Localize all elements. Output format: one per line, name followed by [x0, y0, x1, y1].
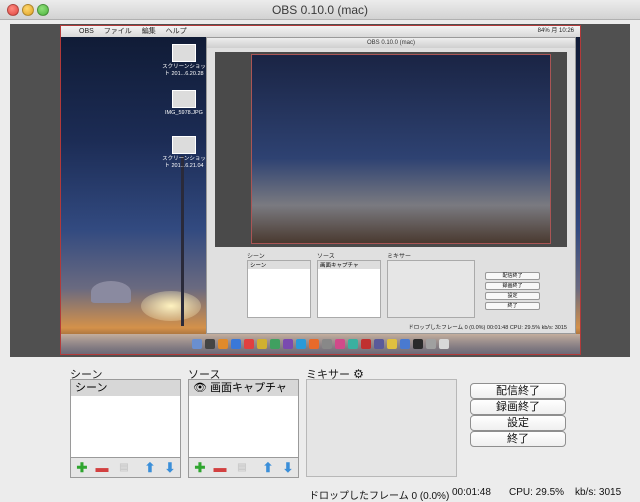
source-properties-icon[interactable]: ▤ — [235, 461, 249, 475]
app-icon — [322, 339, 332, 349]
app-icon — [335, 339, 345, 349]
antenna-tower — [181, 156, 184, 326]
desktop-file-label: スクリーンショット 201...6.20.28 — [162, 64, 206, 77]
app-icon — [205, 339, 215, 349]
desktop-file-label: IMG_5978.JPG — [165, 110, 203, 116]
nested-button: 終了 — [485, 302, 540, 310]
scene-item[interactable]: シーン — [71, 380, 180, 396]
nested-status-bar: ドロップしたフレーム 0 (0.0%) 00:01:48 CPU: 29.5% … — [408, 325, 567, 331]
nested-button: 配信終了 — [485, 272, 540, 280]
stop-streaming-button[interactable]: 配信終了 — [470, 383, 566, 399]
nested-source-list: 画面キャプチャ — [317, 260, 381, 318]
remove-source-icon[interactable]: ▬ — [213, 461, 227, 475]
nested-scene-item: シーン — [248, 261, 310, 269]
captured-menu-item: OBS — [79, 28, 94, 35]
desktop-file: スクリーンショット 201...6.21.04 — [161, 136, 207, 170]
file-thumbnail — [172, 136, 196, 154]
light-glow — [141, 291, 201, 321]
app-icon — [374, 339, 384, 349]
app-icon — [387, 339, 397, 349]
move-scene-down-icon[interactable]: ⬇ — [163, 461, 177, 475]
preview-canvas[interactable]: OBS ファイル 編集 ヘルプ 84% 月 10:26 スクリーンショット 20… — [60, 25, 581, 355]
move-scene-up-icon[interactable]: ⬆ — [143, 461, 157, 475]
satellite-dish — [91, 281, 131, 303]
obs-window: OBS 0.10.0 (mac) OBS ファイル 編集 ヘルプ 84% 月 1… — [0, 0, 640, 502]
desktop-file: IMG_5978.JPG — [161, 90, 207, 117]
nested-scene-label: シーン — [247, 254, 265, 260]
move-source-up-icon[interactable]: ⬆ — [261, 461, 275, 475]
window-title: OBS 0.10.0 (mac) — [271, 3, 369, 17]
captured-menu-item: 編集 — [141, 28, 156, 35]
app-icon — [309, 339, 319, 349]
scenes-list[interactable]: シーン — [70, 379, 181, 458]
finder-icon — [192, 339, 202, 349]
add-source-icon[interactable]: ✚ — [193, 461, 207, 475]
exit-button[interactable]: 終了 — [470, 431, 566, 447]
move-source-down-icon[interactable]: ⬇ — [281, 461, 295, 475]
eye-icon[interactable]: 👁 — [193, 382, 207, 394]
trash-icon — [439, 339, 449, 349]
nested-obs-window: OBS 0.10.0 (mac) シーン ソース ミキサー シーン 画面キャプチ… — [206, 37, 576, 334]
nested-preview — [215, 52, 567, 247]
sources-toolbar: ✚ ▬ ▤ ⬆ ⬇ — [188, 458, 299, 478]
scene-properties-icon[interactable]: ▤ — [117, 461, 131, 475]
app-icon — [231, 339, 241, 349]
nested-mixer-label: ミキサー — [387, 254, 412, 260]
captured-menu-item: ファイル — [103, 28, 132, 35]
app-icon — [270, 339, 280, 349]
nested-scene-list: シーン — [247, 260, 311, 318]
app-icon — [400, 339, 410, 349]
stop-recording-button[interactable]: 録画終了 — [470, 399, 566, 415]
nested-button: 設定 — [485, 292, 540, 300]
remove-scene-icon[interactable]: ▬ — [95, 461, 109, 475]
app-icon — [244, 339, 254, 349]
captured-dock — [61, 334, 580, 354]
nested-button: 録画終了 — [485, 282, 540, 290]
nested-source-label: ソース — [317, 254, 335, 260]
file-thumbnail — [172, 90, 196, 108]
app-icon — [257, 339, 267, 349]
desktop-file: スクリーンショット 201...6.20.28 — [161, 44, 207, 78]
app-icon — [283, 339, 293, 349]
app-icon — [218, 339, 228, 349]
app-icon — [413, 339, 423, 349]
source-item[interactable]: 👁 画面キャプチャ — [189, 380, 298, 396]
app-icon — [361, 339, 371, 349]
bitrate: kb/s: 3015 — [575, 487, 622, 498]
sources-list[interactable]: 👁 画面キャプチャ — [188, 379, 299, 458]
nested-title: OBS 0.10.0 (mac) — [207, 38, 575, 48]
desktop-file-label: スクリーンショット 201...6.21.04 — [162, 156, 206, 169]
captured-menubar-status: 84% 月 10:26 — [537, 28, 574, 34]
mixer-area — [306, 379, 457, 477]
app-icon — [296, 339, 306, 349]
nested-mixer-box — [387, 260, 475, 318]
nested-preview-inner — [251, 54, 551, 244]
title-bar: OBS 0.10.0 (mac) — [0, 0, 640, 20]
app-icon — [426, 339, 436, 349]
captured-menubar: OBS ファイル 編集 ヘルプ 84% 月 10:26 — [61, 26, 580, 37]
source-item-label: 画面キャプチャ — [210, 382, 287, 394]
captured-menu-item: ヘルプ — [165, 28, 187, 35]
elapsed-time: 00:01:48 — [452, 487, 491, 498]
app-icon — [348, 339, 358, 349]
add-scene-icon[interactable]: ✚ — [75, 461, 89, 475]
scenes-toolbar: ✚ ▬ ▤ ⬆ ⬇ — [70, 458, 181, 478]
settings-button[interactable]: 設定 — [470, 415, 566, 431]
nested-source-item: 画面キャプチャ — [318, 261, 380, 269]
cpu-usage: CPU: 29.5% — [509, 487, 565, 498]
file-thumbnail — [172, 44, 196, 62]
